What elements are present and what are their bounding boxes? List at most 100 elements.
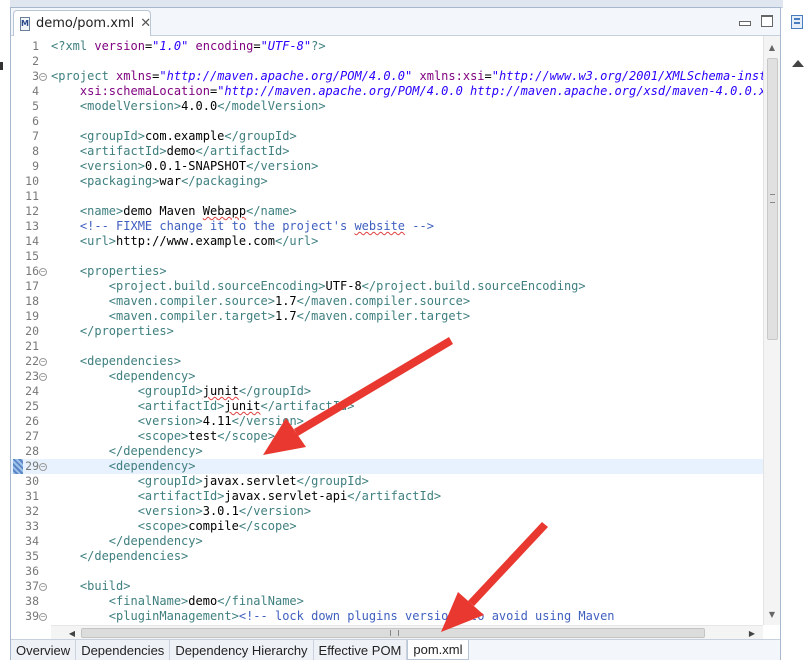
code-line[interactable]: 34 </dependency> bbox=[11, 534, 763, 549]
line-text: <artifactId>demo</artifactId> bbox=[51, 144, 290, 159]
fold-toggle-icon[interactable]: − bbox=[39, 373, 47, 381]
code-line[interactable]: 30 <groupId>javax.servlet</groupId> bbox=[11, 474, 763, 489]
xml-text: javax.servlet bbox=[202, 474, 297, 488]
xml-tag: <artifactId> bbox=[79, 144, 167, 158]
code-line[interactable]: 33 <scope>compile</scope> bbox=[11, 519, 763, 534]
vertical-scroll-thumb[interactable] bbox=[767, 58, 778, 340]
xml-tag: <modelVersion> bbox=[79, 99, 182, 113]
code-line[interactable]: 4 xsi:schemaLocation="http://maven.apach… bbox=[11, 84, 763, 99]
fold-toggle-icon[interactable]: − bbox=[39, 583, 47, 591]
line-number: 33 bbox=[25, 519, 39, 533]
tab-dependencies[interactable]: Dependencies bbox=[76, 640, 171, 660]
code-line[interactable]: 10 <packaging>war</packaging> bbox=[11, 174, 763, 189]
xml-text bbox=[51, 279, 109, 293]
code-area[interactable]: 1 <?xml version="1.0" encoding="UTF-8"?> 2… bbox=[11, 36, 763, 625]
scroll-left-icon[interactable]: ◀ bbox=[65, 626, 79, 640]
code-line[interactable]: 19 <maven.compiler.target>1.7</maven.com… bbox=[11, 309, 763, 324]
line-number: 3 bbox=[32, 69, 39, 83]
tab-dependency-hierarchy[interactable]: Dependency Hierarchy bbox=[170, 640, 314, 660]
tab-overview[interactable]: Overview bbox=[11, 640, 77, 660]
close-tab-icon[interactable]: ✕ bbox=[140, 16, 151, 31]
xml-tag: <groupId> bbox=[137, 474, 203, 488]
minimize-icon[interactable] bbox=[738, 15, 752, 27]
code-line[interactable]: 3− <project xmlns = "http://maven.apache.or… bbox=[11, 69, 763, 84]
xml-tag: <version> bbox=[137, 414, 203, 428]
scroll-right-icon[interactable]: ▶ bbox=[745, 626, 759, 640]
editor-tab-pom[interactable]: M demo/pom.xml ✕ bbox=[13, 10, 151, 36]
xml-text bbox=[51, 504, 138, 518]
code-line[interactable]: 20 </properties> bbox=[11, 324, 763, 339]
code-line[interactable]: 28 </dependency> bbox=[11, 444, 763, 459]
horizontal-scrollbar[interactable]: ◀ ▶ bbox=[51, 625, 763, 639]
tab-effective-pom[interactable]: Effective POM bbox=[313, 640, 408, 660]
code-line[interactable]: 31 <artifactId>javax.servlet-api</artifa… bbox=[11, 489, 763, 504]
xml-text: 4.0.0 bbox=[181, 99, 218, 113]
code-line[interactable]: 9 <version>0.0.1-SNAPSHOT</version> bbox=[11, 159, 763, 174]
code-line[interactable]: 8 <artifactId>demo</artifactId> bbox=[11, 144, 763, 159]
code-line[interactable]: 22− <dependencies> bbox=[11, 354, 763, 369]
xml-text: javax.servlet-api bbox=[224, 489, 348, 503]
xml-tag: </properties> bbox=[79, 324, 174, 338]
code-line[interactable]: 2 bbox=[11, 54, 763, 69]
outline-view-icon[interactable] bbox=[791, 15, 803, 29]
vertical-scrollbar[interactable]: ▲ ▼ bbox=[763, 36, 780, 625]
fold-toggle-icon[interactable]: − bbox=[39, 463, 47, 471]
code-line[interactable]: 7 <groupId>com.example</groupId> bbox=[11, 129, 763, 144]
fold-toggle-icon[interactable]: − bbox=[39, 268, 47, 276]
fold-toggle-icon[interactable]: − bbox=[39, 613, 47, 621]
tab-pom-xml[interactable]: pom.xml bbox=[407, 640, 469, 660]
code-line[interactable]: 12 <name>demo Maven Webapp</name> bbox=[11, 204, 763, 219]
code-line[interactable]: 38 <finalName>demo</finalName> bbox=[11, 594, 763, 609]
code-line[interactable]: 24 <groupId>junit</groupId> bbox=[11, 384, 763, 399]
code-line[interactable]: 18 <maven.compiler.source>1.7</maven.com… bbox=[11, 294, 763, 309]
code-line[interactable]: 27 <scope>test</scope> bbox=[11, 429, 763, 444]
line-text: <finalName>demo</finalName> bbox=[51, 594, 304, 609]
xml-tag: </modelVersion> bbox=[217, 99, 326, 113]
xml-tag: </artifactId> bbox=[260, 399, 355, 413]
xml-tag: <maven.compiler.target> bbox=[108, 309, 275, 323]
code-line[interactable]: 36 bbox=[11, 564, 763, 579]
xml-tag: <?xml bbox=[51, 39, 95, 53]
code-line[interactable]: 13 <!-- FIXME change it to the project's… bbox=[11, 219, 763, 234]
code-line[interactable]: 1 <?xml version="1.0" encoding="UTF-8"?> bbox=[11, 39, 763, 54]
line-number: 35 bbox=[25, 549, 39, 563]
xml-text bbox=[51, 354, 80, 368]
xml-attribute-value: "http://maven.apache.org/POM/4.0.0 http:… bbox=[217, 84, 763, 98]
code-line[interactable]: 35 </dependencies> bbox=[11, 549, 763, 564]
fold-toggle-icon[interactable]: − bbox=[39, 358, 47, 366]
code-line[interactable]: 15 bbox=[11, 249, 763, 264]
scroll-down-icon[interactable]: ▼ bbox=[764, 607, 780, 621]
xml-text: = bbox=[484, 69, 492, 83]
code-line[interactable]: 23− <dependency> bbox=[11, 369, 763, 384]
code-line[interactable]: 32 <version>3.0.1</version> bbox=[11, 504, 763, 519]
code-line[interactable]: 11 bbox=[11, 189, 763, 204]
code-line[interactable]: 14 <url>http://www.example.com</url> bbox=[11, 234, 763, 249]
line-number: 1 bbox=[32, 39, 39, 53]
code-line[interactable]: 39− <pluginManagement><!-- lock down plu… bbox=[11, 609, 763, 624]
line-text: </dependency> bbox=[51, 534, 203, 549]
code-line[interactable]: 17 <project.build.sourceEncoding>UTF-8</… bbox=[11, 279, 763, 294]
line-number: 20 bbox=[25, 324, 39, 338]
line-text: <scope>test</scope> bbox=[51, 429, 275, 444]
collapse-caret-icon[interactable] bbox=[792, 60, 804, 67]
xml-attribute: xsi:schemaLocation bbox=[79, 84, 210, 98]
horizontal-scroll-thumb[interactable] bbox=[81, 628, 705, 638]
xml-tag: <build> bbox=[79, 579, 131, 593]
code-line[interactable]: 5 <modelVersion>4.0.0</modelVersion> bbox=[11, 99, 763, 114]
fold-toggle-icon[interactable]: − bbox=[39, 73, 47, 81]
code-line[interactable]: 6 bbox=[11, 114, 763, 129]
xml-tag: </scope> bbox=[217, 429, 275, 443]
code-line[interactable]: 21 bbox=[11, 339, 763, 354]
code-line[interactable]: 29− <dependency> bbox=[11, 459, 763, 474]
code-line[interactable]: 37− <build> bbox=[11, 579, 763, 594]
maximize-icon[interactable] bbox=[760, 15, 774, 27]
code-line[interactable]: 26 <version>4.11</version> bbox=[11, 414, 763, 429]
xml-text bbox=[51, 519, 138, 533]
scroll-up-icon[interactable]: ▲ bbox=[764, 40, 780, 54]
xml-text: http://www.example.com bbox=[116, 234, 275, 248]
code-line[interactable]: 25 <artifactId>junit</artifactId> bbox=[11, 399, 763, 414]
xml-tag: <maven.compiler.source> bbox=[108, 294, 275, 308]
xml-tag: <project.build.sourceEncoding> bbox=[108, 279, 326, 293]
code-line[interactable]: 16− <properties> bbox=[11, 264, 763, 279]
xml-text bbox=[51, 594, 109, 608]
